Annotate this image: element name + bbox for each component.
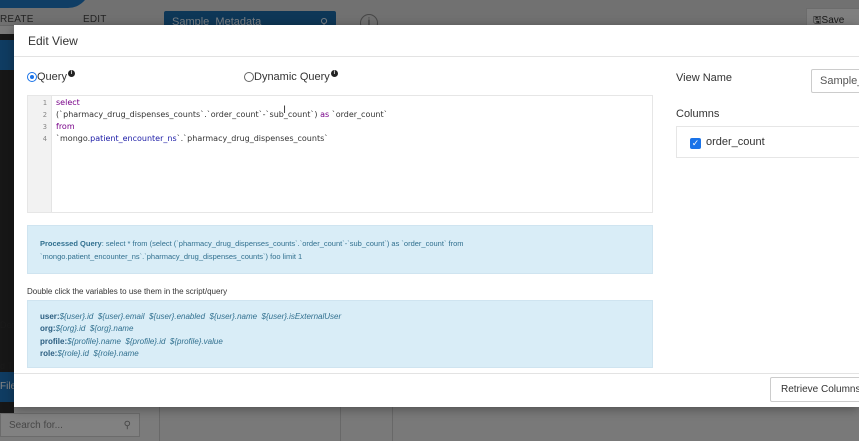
code-line-3: from xyxy=(56,122,75,131)
column-name: order_count xyxy=(706,136,765,148)
modal-footer xyxy=(14,373,859,407)
variable-item[interactable]: ${profile}.value xyxy=(170,337,223,346)
variables-hint: Double click the variables to use them i… xyxy=(27,287,228,296)
code-line-1: select xyxy=(56,98,80,107)
info-icon[interactable]: i xyxy=(330,69,338,77)
query-radio-button[interactable] xyxy=(27,72,37,82)
variable-key: role: xyxy=(40,348,58,358)
variable-item[interactable]: ${org}.id xyxy=(56,324,86,333)
code-text: (`pharmacy_drug_dispenses_counts`.`order… xyxy=(56,110,321,119)
variables-box: user:${user}.id ${user}.email ${user}.en… xyxy=(27,300,653,368)
variable-item[interactable]: ${role}.id xyxy=(57,349,89,358)
line-number: 2 xyxy=(42,111,47,119)
modal-title: Edit View xyxy=(28,34,78,48)
variable-row-profile: profile:${profile}.name ${profile}.id ${… xyxy=(40,336,640,348)
code-line-2: (`pharmacy_drug_dispenses_counts`.`order… xyxy=(56,110,388,119)
variable-item[interactable]: ${user}.id xyxy=(60,312,94,321)
query-editor[interactable]: 1 2 3 4 select (`pharmacy_drug_dispenses… xyxy=(27,95,653,213)
variable-item[interactable]: ${user}.email xyxy=(98,312,145,321)
edit-view-modal: Edit View Query i Dynamic Query i 1 2 3 … xyxy=(14,25,859,407)
line-number: 3 xyxy=(42,123,47,131)
code-text: `mongo. xyxy=(56,134,91,143)
variable-key: org: xyxy=(40,324,56,334)
variable-item[interactable]: ${user}.enabled xyxy=(149,312,205,321)
retrieve-columns-button[interactable]: Retrieve Columns xyxy=(770,377,859,402)
dynamic-query-radio[interactable]: Dynamic Query i xyxy=(244,69,338,83)
variable-item[interactable]: ${user}.name xyxy=(210,312,258,321)
info-icon[interactable]: i xyxy=(67,69,75,77)
variable-row-user: user:${user}.id ${user}.email ${user}.en… xyxy=(40,311,640,323)
modal-header: Edit View xyxy=(14,25,859,57)
code-text: `order_count` xyxy=(329,110,388,119)
view-name-input[interactable] xyxy=(811,69,859,93)
processed-query-box: Processed Query: select * from (select (… xyxy=(27,225,653,274)
variable-item[interactable]: ${user}.isExternalUser xyxy=(262,312,342,321)
line-number: 4 xyxy=(42,135,47,143)
code-text: `.`pharmacy_drug_dispenses_counts` xyxy=(176,134,329,143)
variable-item[interactable]: ${profile}.name xyxy=(67,337,121,346)
processed-query-text: : select * from (select (`pharmacy_drug_… xyxy=(40,239,464,261)
columns-list: ✓ order_count xyxy=(676,126,859,158)
column-checkbox[interactable]: ✓ xyxy=(690,138,701,149)
processed-query-label: Processed Query xyxy=(40,239,102,248)
variable-row-role: role:${role}.id ${role}.name xyxy=(40,348,640,360)
text-cursor-icon: I xyxy=(283,104,287,116)
line-number: 1 xyxy=(42,99,47,107)
editor-gutter: 1 2 3 4 xyxy=(28,96,52,212)
dynamic-query-radio-button[interactable] xyxy=(244,72,254,82)
columns-label: Columns xyxy=(676,108,720,120)
variable-item[interactable]: ${role}.name xyxy=(93,349,138,358)
code-keyword: as xyxy=(320,110,330,119)
code-keyword: select xyxy=(56,98,80,107)
variable-key: profile: xyxy=(40,336,68,346)
code-line-4: `mongo.patient_encounter_ns`.`pharmacy_d… xyxy=(56,134,328,143)
code-identifier: patient_encounter_ns xyxy=(90,134,177,143)
code-keyword: from xyxy=(56,122,75,131)
query-radio[interactable]: Query i xyxy=(27,69,75,83)
variable-key: user: xyxy=(40,312,60,321)
variable-item[interactable]: ${profile}.id xyxy=(125,337,165,346)
query-radio-label: Query xyxy=(37,71,67,83)
variable-item[interactable]: ${org}.name xyxy=(90,324,134,333)
view-name-label: View Name xyxy=(676,72,733,84)
variable-row-org: org:${org}.id ${org}.name xyxy=(40,323,640,335)
dynamic-query-radio-label: Dynamic Query xyxy=(254,71,330,83)
